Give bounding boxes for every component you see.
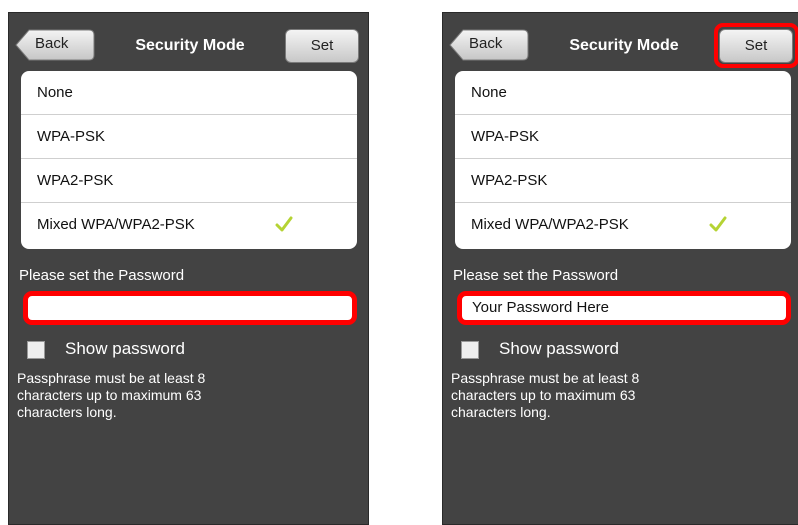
show-password-label: Show password xyxy=(65,339,186,358)
set-button[interactable]: Set xyxy=(285,29,359,63)
page-title: Security Mode xyxy=(569,37,679,54)
security-mode-list: None WPA-PSK WPA2-PSK Mixed WPA/WPA2-PSK xyxy=(455,71,791,249)
back-button[interactable]: Back xyxy=(449,29,529,61)
password-hint: Passphrase must be at least 8 characters… xyxy=(17,370,206,420)
mode-item-wpa2-psk[interactable]: WPA2-PSK xyxy=(21,159,357,203)
password-label: Please set the Password xyxy=(453,267,619,284)
mode-item-none[interactable]: None xyxy=(21,71,357,115)
checkmark-icon xyxy=(709,216,727,232)
mode-label: Mixed WPA/WPA2-PSK xyxy=(37,216,195,233)
set-button-highlight xyxy=(714,23,798,68)
screen-right: Back Security Mode Set None WPA-PSK WPA2… xyxy=(442,12,798,525)
show-password-label: Show password xyxy=(499,339,620,358)
mode-item-mixed-wpa-wpa2-psk[interactable]: Mixed WPA/WPA2-PSK xyxy=(21,203,357,247)
show-password-checkbox[interactable] xyxy=(27,341,45,359)
mode-label: WPA2-PSK xyxy=(37,172,114,189)
mode-item-wpa-psk[interactable]: WPA-PSK xyxy=(21,115,357,159)
password-input[interactable] xyxy=(23,291,357,325)
screen-left: Back Security Mode Set None WPA-PSK WPA2… xyxy=(8,12,369,525)
page-title: Security Mode xyxy=(135,37,245,54)
back-button-label: Back xyxy=(469,35,503,52)
show-password-checkbox[interactable] xyxy=(461,341,479,359)
security-mode-list: None WPA-PSK WPA2-PSK Mixed WPA/WPA2-PSK xyxy=(21,71,357,249)
back-button[interactable]: Back xyxy=(15,29,95,61)
back-button-label: Back xyxy=(35,35,69,52)
mode-item-none[interactable]: None xyxy=(455,71,791,115)
mode-label: WPA-PSK xyxy=(471,128,540,145)
password-input[interactable]: Your Password Here xyxy=(457,291,791,325)
mode-label: WPA-PSK xyxy=(37,128,106,145)
mode-label: None xyxy=(471,84,507,101)
mode-label: WPA2-PSK xyxy=(471,172,548,189)
password-hint: Passphrase must be at least 8 characters… xyxy=(451,370,640,420)
password-label: Please set the Password xyxy=(19,267,185,284)
mode-item-wpa2-psk[interactable]: WPA2-PSK xyxy=(455,159,791,203)
mode-item-mixed-wpa-wpa2-psk[interactable]: Mixed WPA/WPA2-PSK xyxy=(455,203,791,247)
mode-item-wpa-psk[interactable]: WPA-PSK xyxy=(455,115,791,159)
mode-label: None xyxy=(37,84,73,101)
mode-label: Mixed WPA/WPA2-PSK xyxy=(471,216,629,233)
checkmark-icon xyxy=(275,216,293,232)
